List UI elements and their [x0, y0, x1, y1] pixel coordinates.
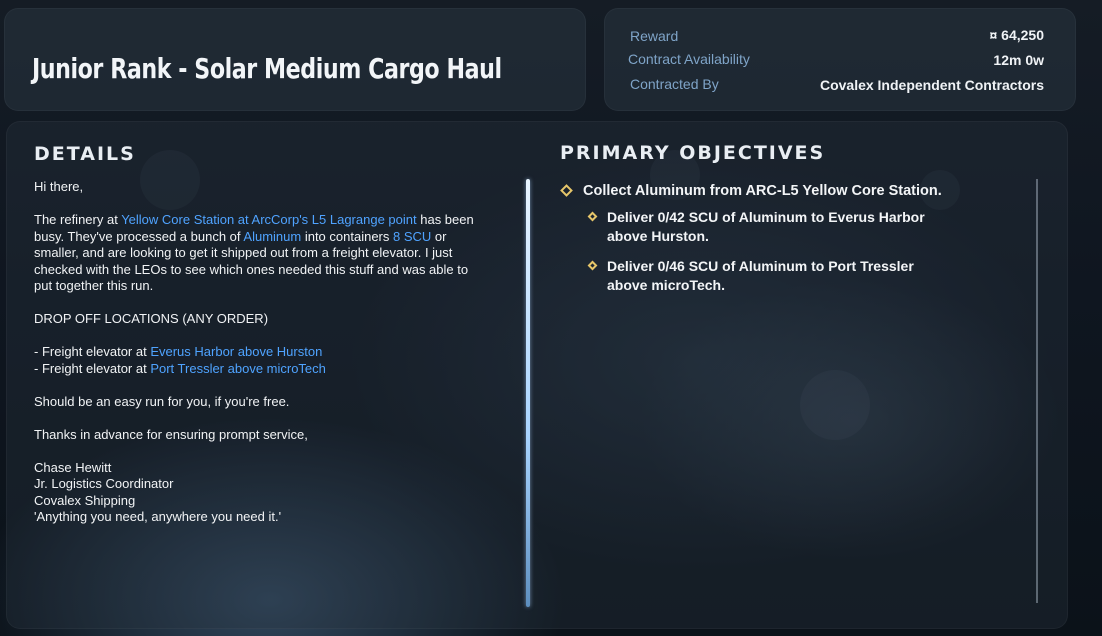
- availability-value: 12m 0w: [993, 52, 1044, 68]
- reward-row: Reward ¤ 64,250: [604, 27, 1076, 49]
- objectives-scrollbar[interactable]: [1036, 179, 1038, 603]
- reward-label: Reward: [630, 28, 679, 44]
- commodity-link: Aluminum: [243, 228, 302, 244]
- details-body[interactable]: Hi there, The refinery at Yellow Core St…: [34, 179, 474, 542]
- reward-value: ¤ 64,250: [989, 27, 1045, 43]
- signature-title: Jr. Logistics Coordinator: [34, 476, 174, 491]
- location-link: Yellow Core Station at ArcCorp's L5 Lagr…: [121, 212, 417, 227]
- container-size-link: 8 SCU: [393, 228, 432, 244]
- dropoff-heading: DROP OFF LOCATIONS (ANY ORDER): [34, 311, 269, 326]
- sub-objective-text: Deliver 0/42 SCU of Aluminum to Everus H…: [607, 208, 925, 246]
- details-scrollbar[interactable]: [526, 179, 530, 607]
- sub-objective-line: above Hurston.: [607, 228, 709, 244]
- sub-objective-line: Deliver 0/42 SCU of Aluminum to Everus H…: [607, 209, 925, 225]
- dropoff-prefix: - Freight elevator at: [34, 360, 151, 376]
- objective-diamond-icon: [587, 260, 598, 271]
- primary-objective-text: Collect Aluminum from ARC-L5 Yellow Core…: [583, 183, 942, 199]
- contracted-by-label: Contracted By: [630, 76, 719, 92]
- dropoff-list: - Freight elevator at Everus Harbor abov…: [34, 344, 474, 377]
- signature-motto: 'Anything you need, anywhere you need it…: [34, 509, 282, 524]
- contract-title-panel: Junior Rank - Solar Medium Cargo Haul: [4, 8, 586, 111]
- sub-objective-line: above microTech.: [607, 277, 726, 293]
- details-text: into containers: [301, 228, 393, 244]
- contract-title: Junior Rank - Solar Medium Cargo Haul: [32, 52, 502, 85]
- sub-objective-line: Deliver 0/46 SCU of Aluminum to Port Tre…: [607, 258, 914, 274]
- objective-diamond-icon: [587, 211, 598, 222]
- signature: Chase Hewitt Jr. Logistics Coordinator C…: [34, 460, 474, 526]
- objective-diamond-icon: [560, 184, 573, 197]
- details-text: The refinery at: [34, 212, 122, 227]
- dropoff-location-link: Port Tressler above microTech: [150, 360, 326, 376]
- details-heading: DETAILS: [34, 143, 136, 165]
- contracted-by-value: Covalex Independent Contractors: [819, 77, 1044, 93]
- availability-row: Contract Availability 12m 0w: [604, 50, 1076, 72]
- signature-company: Covalex Shipping: [34, 492, 136, 508]
- availability-label: Contract Availability: [628, 51, 750, 67]
- contract-main-panel: DETAILS Hi there, The refinery at Yellow…: [6, 121, 1068, 629]
- signature-name: Chase Hewitt: [34, 459, 112, 475]
- objectives-heading: PRIMARY OBJECTIVES: [560, 142, 826, 164]
- thanks-text: Thanks in advance for ensuring prompt se…: [34, 426, 308, 442]
- easy-run-text: Should be an easy run for you, if you're…: [34, 393, 290, 409]
- dropoff-prefix: - Freight elevator at: [34, 344, 151, 359]
- details-paragraph: The refinery at Yellow Core Station at A…: [34, 212, 474, 295]
- dropoff-location-link: Everus Harbor above Hurston: [150, 344, 323, 359]
- contracted-by-row: Contracted By Covalex Independent Contra…: [604, 75, 1076, 97]
- contract-info-panel: Reward ¤ 64,250 Contract Availability 12…: [604, 8, 1076, 111]
- greeting: Hi there,: [34, 179, 84, 194]
- sub-objective-text: Deliver 0/46 SCU of Aluminum to Port Tre…: [607, 257, 914, 295]
